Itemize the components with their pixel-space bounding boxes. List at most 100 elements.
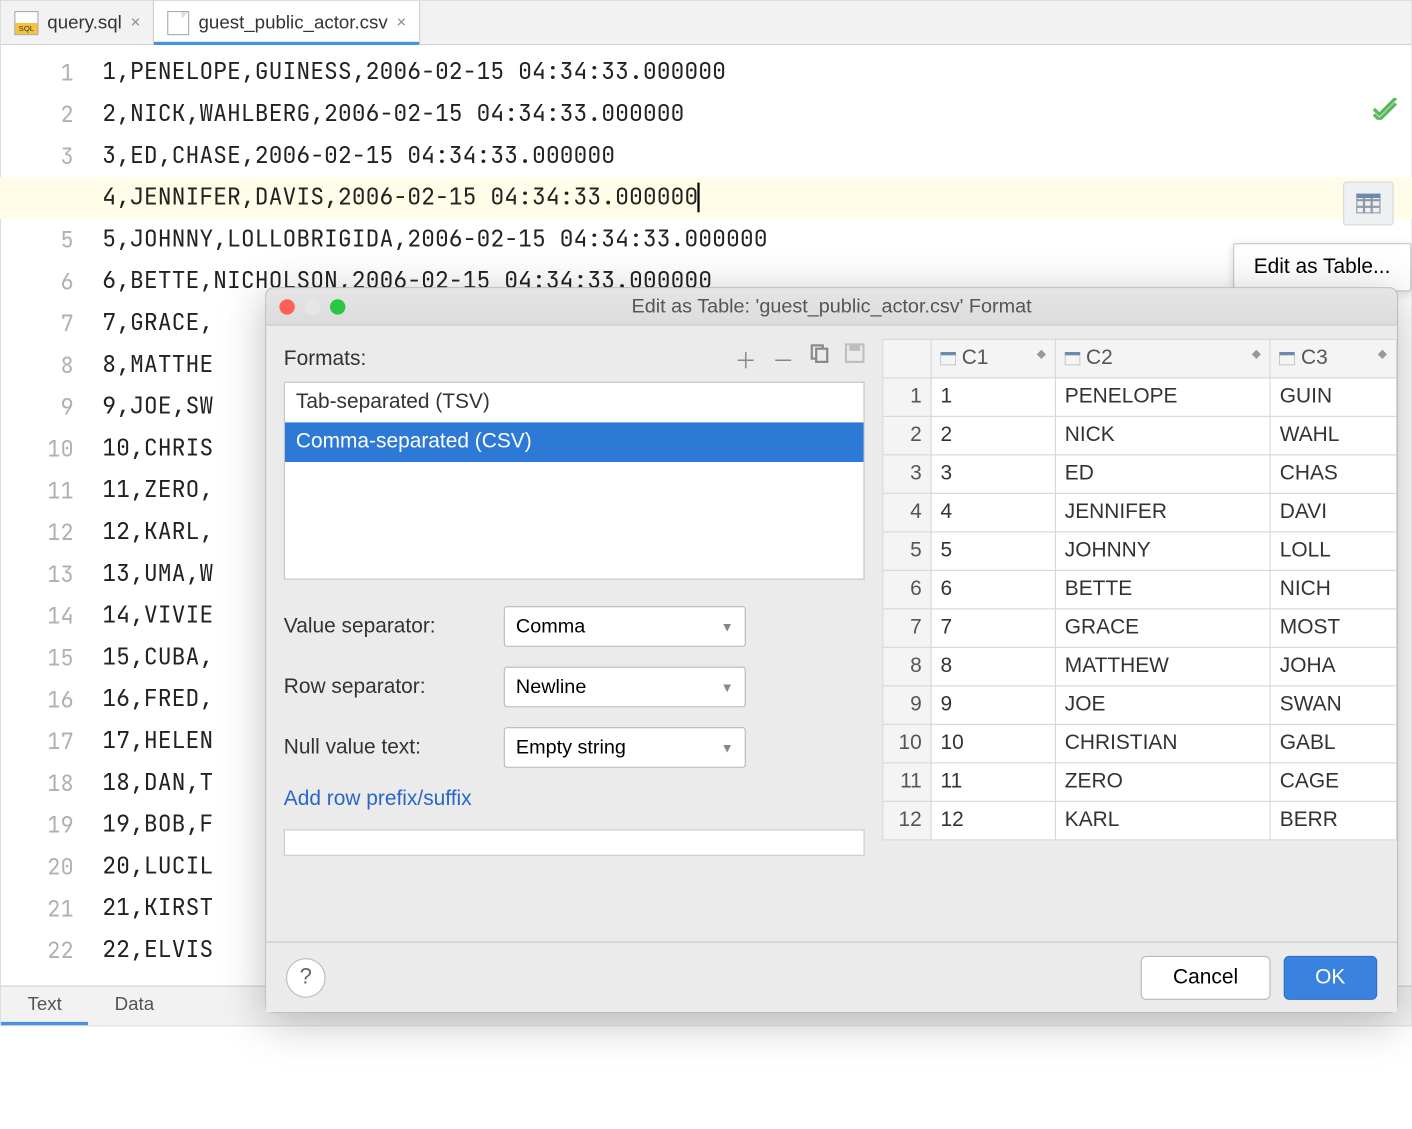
- cell[interactable]: 7: [931, 609, 1055, 648]
- cell[interactable]: GABL: [1270, 724, 1396, 763]
- cell[interactable]: PENELOPE: [1055, 378, 1270, 417]
- table-row[interactable]: 88MATTHEWJOHA: [883, 647, 1397, 686]
- cell[interactable]: BERR: [1270, 801, 1396, 840]
- help-button[interactable]: ?: [286, 958, 326, 998]
- sql-file-icon: [14, 10, 38, 34]
- cell[interactable]: 6: [931, 570, 1055, 609]
- cell[interactable]: JENNIFER: [1055, 493, 1270, 532]
- copy-format-icon[interactable]: [810, 343, 830, 375]
- cell[interactable]: 8: [931, 647, 1055, 686]
- edit-as-table-button[interactable]: [1343, 182, 1394, 226]
- chevron-down-icon: ▼: [721, 619, 734, 634]
- null-value-select[interactable]: Empty string▼: [504, 727, 746, 768]
- formats-label: Formats:: [284, 347, 366, 371]
- format-item[interactable]: Comma-separated (CSV): [285, 422, 864, 462]
- edit-as-table-dialog: Edit as Table: 'guest_public_actor.csv' …: [265, 287, 1398, 1013]
- cell[interactable]: WAHL: [1270, 416, 1396, 455]
- formats-list[interactable]: Tab-separated (TSV)Comma-separated (CSV): [284, 382, 865, 580]
- editor-line[interactable]: 4,JENNIFER,DAVIS,2006-02-15 04:34:33.000…: [0, 177, 1412, 219]
- cell[interactable]: GUIN: [1270, 378, 1396, 417]
- table-row[interactable]: 55JOHNNYLOLL: [883, 532, 1397, 571]
- table-row[interactable]: 1212KARLBERR: [883, 801, 1397, 840]
- chevron-down-icon: ▼: [721, 740, 734, 755]
- cell[interactable]: 1: [931, 378, 1055, 417]
- cell[interactable]: CAGE: [1270, 763, 1396, 802]
- table-row[interactable]: 44JENNIFERDAVI: [883, 493, 1397, 532]
- cell[interactable]: 10: [931, 724, 1055, 763]
- tab-query-sql[interactable]: query.sql ×: [1, 1, 154, 44]
- cell[interactable]: 11: [931, 763, 1055, 802]
- cell[interactable]: 4: [931, 493, 1055, 532]
- value-separator-select[interactable]: Comma▼: [504, 606, 746, 647]
- row-number-cell: 8: [883, 647, 931, 686]
- row-number-cell: 11: [883, 763, 931, 802]
- table-row[interactable]: 66BETTENICH: [883, 570, 1397, 609]
- table-row[interactable]: 99JOESWAN: [883, 686, 1397, 725]
- close-icon[interactable]: ×: [131, 13, 141, 32]
- row-number-cell: 10: [883, 724, 931, 763]
- cell[interactable]: CHRISTIAN: [1055, 724, 1270, 763]
- cell[interactable]: JOHA: [1270, 647, 1396, 686]
- row-separator-label: Row separator:: [284, 675, 504, 699]
- editor-line[interactable]: 1,PENELOPE,GUINESS,2006-02-15 04:34:33.0…: [100, 52, 1411, 94]
- add-row-prefix-suffix-link[interactable]: Add row prefix/suffix: [284, 788, 865, 812]
- table-row[interactable]: 33EDCHAS: [883, 455, 1397, 494]
- cell[interactable]: KARL: [1055, 801, 1270, 840]
- editor-tab-bar: query.sql × guest_public_actor.csv ×: [1, 1, 1411, 45]
- cancel-button[interactable]: Cancel: [1141, 955, 1270, 999]
- table-row[interactable]: 1010CHRISTIANGABL: [883, 724, 1397, 763]
- cell[interactable]: 12: [931, 801, 1055, 840]
- add-format-icon[interactable]: ＋: [735, 343, 757, 375]
- row-number-cell: 9: [883, 686, 931, 725]
- save-format-icon[interactable]: [845, 343, 865, 375]
- cell[interactable]: 3: [931, 455, 1055, 494]
- row-number-cell: 5: [883, 532, 931, 571]
- cell[interactable]: ED: [1055, 455, 1270, 494]
- cell[interactable]: MOST: [1270, 609, 1396, 648]
- cell[interactable]: 9: [931, 686, 1055, 725]
- edit-as-table-tooltip[interactable]: Edit as Table...: [1233, 243, 1412, 291]
- column-header[interactable]: C3◆: [1270, 339, 1396, 378]
- table-row[interactable]: 11PENELOPEGUIN: [883, 378, 1397, 417]
- cell[interactable]: GRACE: [1055, 609, 1270, 648]
- table-row[interactable]: 1111ZEROCAGE: [883, 763, 1397, 802]
- cell[interactable]: DAVI: [1270, 493, 1396, 532]
- cell[interactable]: LOLL: [1270, 532, 1396, 571]
- inspections-ok-icon[interactable]: [1372, 98, 1398, 127]
- cell[interactable]: NICK: [1055, 416, 1270, 455]
- close-icon[interactable]: ×: [397, 13, 407, 32]
- ok-button[interactable]: OK: [1283, 955, 1377, 999]
- column-header[interactable]: C2◆: [1055, 339, 1270, 378]
- dialog-titlebar[interactable]: Edit as Table: 'guest_public_actor.csv' …: [266, 288, 1397, 325]
- tab-guest-public-actor-csv[interactable]: guest_public_actor.csv ×: [155, 1, 421, 44]
- cell[interactable]: NICH: [1270, 570, 1396, 609]
- cell[interactable]: JOHNNY: [1055, 532, 1270, 571]
- editor-line[interactable]: 2,NICK,WAHLBERG,2006-02-15 04:34:33.0000…: [100, 94, 1411, 136]
- quotation-options-box[interactable]: [284, 829, 865, 855]
- column-header[interactable]: C1◆: [931, 339, 1055, 378]
- row-number-cell: 7: [883, 609, 931, 648]
- row-number-cell: 1: [883, 378, 931, 417]
- cell[interactable]: BETTE: [1055, 570, 1270, 609]
- row-number-cell: 12: [883, 801, 931, 840]
- cell[interactable]: SWAN: [1270, 686, 1396, 725]
- editor-line[interactable]: 5,JOHNNY,LOLLOBRIGIDA,2006-02-15 04:34:3…: [100, 219, 1411, 261]
- cell[interactable]: MATTHEW: [1055, 647, 1270, 686]
- cell[interactable]: ZERO: [1055, 763, 1270, 802]
- row-separator-select[interactable]: Newline▼: [504, 667, 746, 708]
- cell[interactable]: 5: [931, 532, 1055, 571]
- chevron-down-icon: ▼: [721, 679, 734, 694]
- editor-line[interactable]: 3,ED,CHASE,2006-02-15 04:34:33.000000: [100, 135, 1411, 177]
- preview-table[interactable]: C1◆ C2◆ C3◆ 11PENELOPEGUIN22NICKWAHL33ED…: [882, 339, 1397, 841]
- cell[interactable]: JOE: [1055, 686, 1270, 725]
- cell[interactable]: CHAS: [1270, 455, 1396, 494]
- cell[interactable]: 2: [931, 416, 1055, 455]
- row-number-header: [883, 339, 931, 378]
- bottom-tab-data[interactable]: Data: [88, 987, 180, 1026]
- remove-format-icon[interactable]: －: [772, 343, 794, 375]
- value-separator-label: Value separator:: [284, 614, 504, 638]
- table-row[interactable]: 22NICKWAHL: [883, 416, 1397, 455]
- table-row[interactable]: 77GRACEMOST: [883, 609, 1397, 648]
- format-item[interactable]: Tab-separated (TSV): [285, 383, 864, 423]
- bottom-tab-text[interactable]: Text: [1, 987, 88, 1026]
